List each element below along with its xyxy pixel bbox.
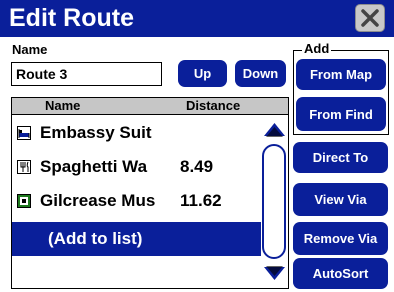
waypoint-name: Gilcrease Mus: [40, 191, 156, 210]
window-title: Edit Route: [9, 4, 134, 32]
waypoint-distance: 11.62: [180, 191, 222, 210]
route-name-input[interactable]: [11, 62, 162, 86]
waypoint-distance: 8.49: [180, 157, 214, 176]
restaurant-icon: [17, 160, 31, 174]
list-item[interactable]: Gilcrease Mus 11.62: [12, 184, 261, 218]
hotel-icon: [17, 126, 31, 140]
list-item[interactable]: Embassy Suit: [12, 116, 261, 150]
waypoint-name: Spaghetti Wa: [40, 157, 148, 176]
museum-icon: [17, 194, 31, 208]
close-icon: [361, 9, 379, 27]
scroll-down-arrow-icon[interactable]: [261, 263, 288, 285]
column-header-name[interactable]: Name: [45, 98, 80, 114]
title-bar: Edit Route: [0, 0, 394, 37]
direct-to-button[interactable]: Direct To: [293, 142, 388, 173]
from-map-button[interactable]: From Map: [296, 59, 386, 90]
waypoint-name: Embassy Suit: [40, 123, 152, 142]
list-header: Name Distance: [12, 98, 288, 115]
edit-route-screen: Edit Route Name Up Down Add From Map Fro…: [0, 0, 394, 292]
move-up-button[interactable]: Up: [178, 60, 227, 87]
add-group-label: Add: [302, 41, 332, 56]
view-via-button[interactable]: View Via: [293, 183, 388, 216]
remove-via-button[interactable]: Remove Via: [293, 222, 388, 255]
scroll-thumb[interactable]: [262, 144, 286, 259]
scroll-up-arrow-icon[interactable]: [261, 118, 288, 140]
move-down-button[interactable]: Down: [235, 60, 286, 87]
add-to-list-item[interactable]: (Add to list): [12, 222, 261, 256]
name-label: Name: [12, 42, 48, 57]
autosort-button[interactable]: AutoSort: [293, 258, 388, 289]
from-find-button[interactable]: From Find: [296, 97, 386, 131]
add-to-list-label: (Add to list): [48, 229, 143, 248]
close-button[interactable]: [355, 4, 385, 32]
list-scrollbar[interactable]: [261, 115, 288, 288]
column-header-distance[interactable]: Distance: [186, 98, 240, 114]
waypoint-list: Name Distance Embassy Suit Spaghetti Wa …: [11, 97, 289, 289]
list-item[interactable]: Spaghetti Wa 8.49: [12, 150, 261, 184]
